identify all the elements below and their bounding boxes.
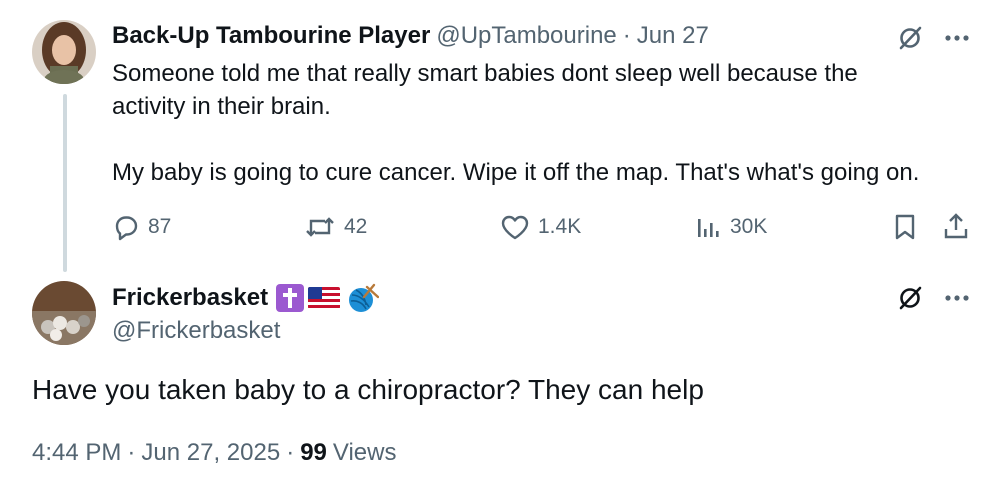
tweet2-meta: 4:44 PM · Jun 27, 2025 · 99 Views xyxy=(32,438,396,468)
reply-icon xyxy=(115,216,138,241)
views-label: Views xyxy=(332,439,397,466)
bookmark-button[interactable] xyxy=(890,212,920,242)
tweet2-text: Have you taken baby to a chiropractor? T… xyxy=(32,374,704,405)
views-button[interactable]: 30K xyxy=(696,212,767,242)
tweet-date[interactable]: Jun 27 xyxy=(637,22,709,50)
separator-dot: · xyxy=(127,439,136,466)
avatar-uptambourine[interactable] xyxy=(32,20,96,84)
user-handle[interactable]: @Frickerbasket xyxy=(112,316,280,346)
yarn-emoji xyxy=(346,283,380,313)
tweet1-text-line2: activity in their brain. xyxy=(112,93,331,120)
views-count: 30K xyxy=(730,215,768,238)
display-name[interactable]: Frickerbasket xyxy=(112,284,268,312)
us-flag-emoji xyxy=(308,287,341,309)
separator-dot: · xyxy=(286,439,295,466)
more-button[interactable] xyxy=(942,26,972,50)
display-name[interactable]: Back-Up Tambourine Player xyxy=(112,22,430,50)
user-handle[interactable]: @UpTambourine xyxy=(436,22,616,50)
more-icon xyxy=(945,35,969,41)
repost-icon xyxy=(306,217,334,237)
bookmark-icon xyxy=(895,214,915,240)
more-button[interactable] xyxy=(942,286,972,310)
like-button[interactable]: 1.4K xyxy=(500,212,581,242)
latin-cross-emoji xyxy=(276,284,305,312)
share-button[interactable] xyxy=(940,210,972,242)
grok-icon xyxy=(899,26,922,50)
share-icon xyxy=(944,213,968,239)
grok-button[interactable] xyxy=(896,284,924,312)
thread-connector-line xyxy=(63,94,67,272)
tweet-time[interactable]: 4:44 PM xyxy=(32,438,121,468)
reply-button[interactable]: 87 xyxy=(112,212,171,242)
like-count: 1.4K xyxy=(538,215,582,238)
more-icon xyxy=(945,295,969,301)
views-icon xyxy=(698,219,719,237)
repost-button[interactable]: 42 xyxy=(304,212,367,242)
separator-dot: · xyxy=(622,22,631,49)
avatar-frickerbasket[interactable] xyxy=(32,281,96,345)
tweet1-text-line1: Someone told me that really smart babies… xyxy=(112,60,858,87)
repost-count: 42 xyxy=(344,215,368,238)
tweet-date[interactable]: Jun 27, 2025 xyxy=(141,438,280,468)
reply-count: 87 xyxy=(148,215,172,238)
tweet1-text: Someone told me that really smart babies… xyxy=(112,57,982,189)
tweet2-name-row: Frickerbasket xyxy=(112,282,380,314)
tweet1-header: Back-Up Tambourine Player @UpTambourine … xyxy=(112,20,709,52)
like-icon xyxy=(501,215,529,240)
views-count: 99 xyxy=(300,439,327,466)
tweet1-text-line3: My baby is going to cure cancer. Wipe it… xyxy=(112,159,920,186)
grok-button[interactable] xyxy=(896,24,924,52)
grok-icon xyxy=(899,286,922,310)
